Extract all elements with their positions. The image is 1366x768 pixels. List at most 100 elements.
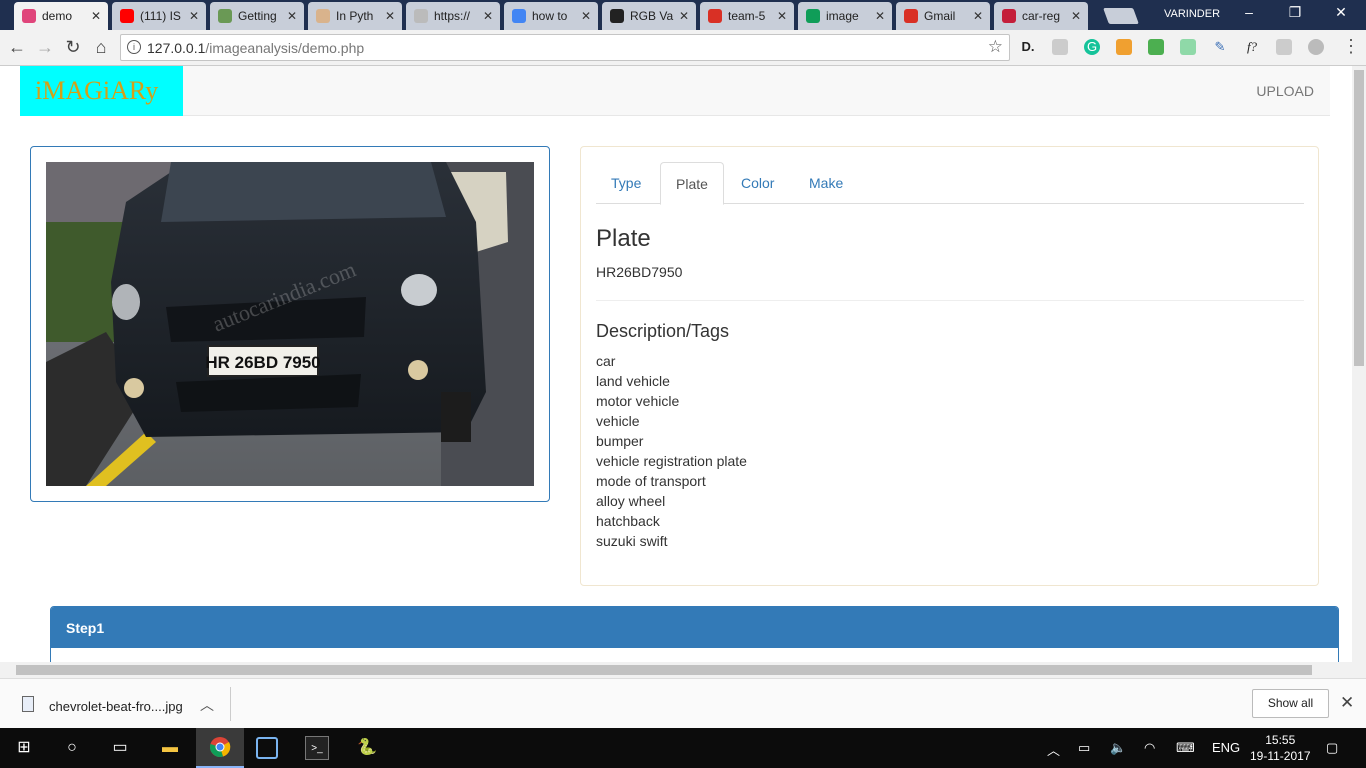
profile-name[interactable]: VARINDER <box>1164 8 1220 20</box>
tab-make[interactable]: Make <box>794 162 858 204</box>
browser-tab[interactable]: https:// ✕ <box>406 2 500 30</box>
browser-tab-strip: demo ✕ (111) IS ✕ Getting ✕ In Pyth ✕ https://✕ h… <box>0 0 1366 30</box>
back-icon[interactable]: ← <box>6 37 28 58</box>
tab-close-icon[interactable]: ✕ <box>774 9 790 23</box>
browser-tab[interactable]: image ✕ <box>798 2 892 30</box>
tab-title: Getting <box>238 9 277 23</box>
browser-tab[interactable]: team-5 ✕ <box>700 2 794 30</box>
browser-tab[interactable]: demo ✕ <box>14 2 108 30</box>
file-explorer-icon[interactable]: ▬ <box>158 736 182 760</box>
description-heading: Description/Tags <box>596 321 730 341</box>
tab-close-icon[interactable]: ✕ <box>872 9 888 23</box>
windows-taskbar: ⊞ ○ ▭ ▬ >_ 🐍 ︿ ▭ 🔈 ◠ ⌨ ENG 15:55 19-11-2… <box>0 728 1366 768</box>
forward-icon[interactable]: → <box>34 37 56 58</box>
grammarly-icon[interactable]: G <box>1084 39 1100 55</box>
tag-list: car land vehicle motor vehicle vehicle b… <box>596 351 747 551</box>
extension-wave-icon[interactable] <box>1180 39 1196 55</box>
extension-d-icon[interactable]: D. <box>1020 39 1036 55</box>
info-icon[interactable]: i <box>127 40 141 54</box>
tab-title: car-reg <box>1022 9 1061 23</box>
close-window-icon[interactable]: ✕ <box>1326 4 1356 21</box>
extension-print-icon[interactable] <box>1148 39 1164 55</box>
eyedropper-icon[interactable]: ✎ <box>1212 39 1228 55</box>
search-icon[interactable]: ○ <box>60 736 84 760</box>
tab-close-icon[interactable]: ✕ <box>1068 9 1084 23</box>
restore-icon[interactable]: ❐ <box>1280 4 1310 21</box>
chrome-icon[interactable] <box>208 736 232 760</box>
windows-start-icon[interactable]: ⊞ <box>12 736 36 760</box>
upload-link[interactable]: UPLOAD <box>1256 83 1314 99</box>
task-view-icon[interactable]: ▭ <box>108 736 132 760</box>
tab-favicon-icon <box>610 9 624 23</box>
browser-tab[interactable]: how to ✕ <box>504 2 598 30</box>
formula-icon[interactable]: f? <box>1244 39 1260 55</box>
tab-favicon-icon <box>708 9 722 23</box>
extension-face-icon[interactable] <box>1116 39 1132 55</box>
battery-icon[interactable]: ▭ <box>1078 740 1090 756</box>
address-bar[interactable]: i 127.0.0.1/imageanalysis/demo.php ☆ <box>120 34 1010 61</box>
terminal-icon[interactable]: >_ <box>305 736 329 760</box>
app-window-icon[interactable] <box>256 737 278 759</box>
browser-tab[interactable]: Getting ✕ <box>210 2 304 30</box>
minimize-icon[interactable]: – <box>1234 4 1264 20</box>
chevron-up-icon[interactable]: ︿ <box>1047 740 1060 759</box>
browser-tab[interactable]: RGB Va ✕ <box>602 2 696 30</box>
tab-favicon-icon <box>22 9 36 23</box>
tab-favicon-icon <box>218 9 232 23</box>
tab-type[interactable]: Type <box>596 162 656 204</box>
browser-tab[interactable]: car-reg ✕ <box>994 2 1088 30</box>
brand-logo[interactable]: iMAGiARy <box>20 66 183 116</box>
show-all-button[interactable]: Show all <box>1252 689 1329 718</box>
browser-tab[interactable]: (111) IS ✕ <box>112 2 206 30</box>
clock-time: 15:55 <box>1265 733 1296 747</box>
tab-close-icon[interactable]: ✕ <box>186 9 202 23</box>
file-icon <box>22 696 34 712</box>
tab-plate[interactable]: Plate <box>660 162 724 205</box>
system-clock[interactable]: 15:55 19-11-2017 <box>1250 732 1311 764</box>
tab-close-icon[interactable]: ✕ <box>284 9 300 23</box>
tab-title: (111) IS <box>140 9 181 23</box>
download-file-name[interactable]: chevrolet-beat-fro....jpg <box>49 699 183 714</box>
extension-pdf-icon[interactable] <box>1276 39 1292 55</box>
browser-menu-icon[interactable]: ⋮ <box>1342 36 1360 57</box>
extension-shield-icon[interactable] <box>1052 39 1068 55</box>
download-shelf: chevrolet-beat-fro....jpg ︿ Show all ✕ <box>0 678 1366 728</box>
notification-icon[interactable]: ▢ <box>1326 740 1338 756</box>
page-viewport: iMAGiARy UPLOAD HR 26BD 7950 autocarindi… <box>0 66 1352 662</box>
extension-globe-icon[interactable] <box>1308 39 1324 55</box>
tab-close-icon[interactable]: ✕ <box>88 9 104 23</box>
results-panel: Type Plate Color Make Plate HR26BD7950 D… <box>580 146 1319 586</box>
bookmark-star-icon[interactable]: ☆ <box>988 37 1003 57</box>
clock-date: 19-11-2017 <box>1250 749 1311 763</box>
wifi-icon[interactable]: ◠ <box>1144 740 1155 756</box>
language-indicator[interactable]: ENG <box>1212 740 1240 755</box>
vertical-scroll-thumb[interactable] <box>1354 70 1364 366</box>
new-tab-button[interactable] <box>1103 8 1139 24</box>
tab-title: RGB Va <box>630 9 674 23</box>
tab-close-icon[interactable]: ✕ <box>578 9 594 23</box>
vertical-scrollbar[interactable] <box>1352 66 1366 662</box>
tag-item: hatchback <box>596 513 660 529</box>
tab-close-icon[interactable]: ✕ <box>382 9 398 23</box>
chevron-up-icon[interactable]: ︿ <box>200 695 214 715</box>
keyboard-icon[interactable]: ⌨ <box>1176 740 1195 756</box>
url-host: 127.0.0.1 <box>147 40 206 56</box>
close-icon[interactable]: ✕ <box>1340 693 1354 713</box>
browser-tab[interactable]: In Pyth ✕ <box>308 2 402 30</box>
horizontal-scrollbar[interactable] <box>0 662 1366 678</box>
home-icon[interactable]: ⌂ <box>90 37 112 58</box>
horizontal-scroll-thumb[interactable] <box>16 665 1312 675</box>
tab-close-icon[interactable]: ✕ <box>970 9 986 23</box>
volume-icon[interactable]: 🔈 <box>1110 740 1126 756</box>
result-tabs: Type Plate Color Make <box>596 162 1304 205</box>
tab-close-icon[interactable]: ✕ <box>480 9 496 23</box>
tab-title: https:// <box>434 9 471 23</box>
tab-close-icon[interactable]: ✕ <box>676 9 692 23</box>
plate-value: HR26BD7950 <box>596 264 683 280</box>
tab-color[interactable]: Color <box>726 162 789 204</box>
reload-icon[interactable]: ↻ <box>62 37 84 58</box>
browser-tab[interactable]: Gmail ✕ <box>896 2 990 30</box>
tag-item: bumper <box>596 433 644 449</box>
browser-toolbar: ← → ↻ ⌂ i 127.0.0.1/imageanalysis/demo.p… <box>0 30 1366 66</box>
python-icon[interactable]: 🐍 <box>355 736 379 760</box>
